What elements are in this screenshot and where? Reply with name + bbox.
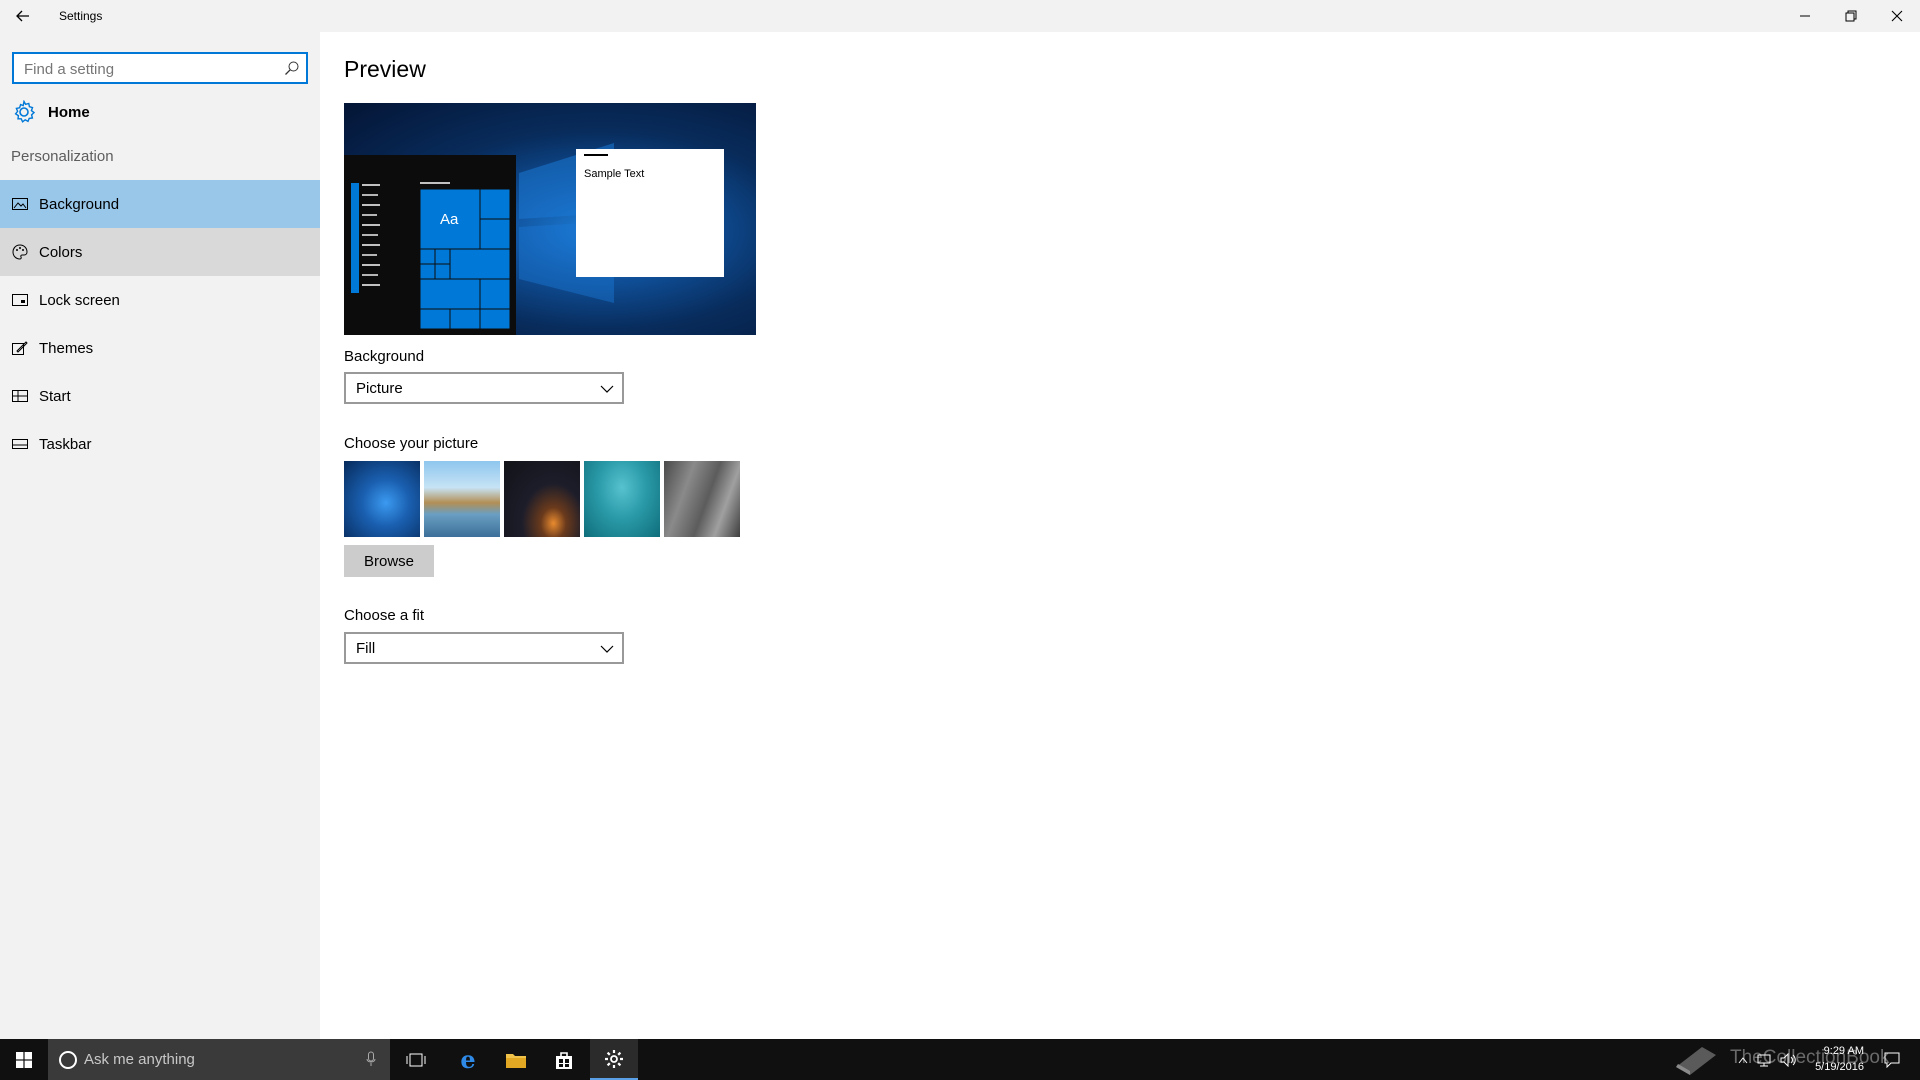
system-clock[interactable]: 9:29 AM 5/19/2016 [1815,1043,1864,1075]
volume-icon[interactable] [1778,1039,1800,1080]
search-input[interactable]: Find a setting [12,52,308,84]
start-tiles-icon [12,388,28,404]
browse-button[interactable]: Browse [344,545,434,577]
sidebar: Find a setting Home Personalization Back… [0,32,320,1039]
chevron-up-icon[interactable] [1736,1039,1750,1080]
thumbnail-underwater[interactable] [584,461,660,537]
sidebar-item-colors[interactable]: Colors [0,228,320,276]
cortana-search-box[interactable]: Ask me anything [48,1039,390,1080]
sidebar-item-label: Lock screen [39,291,120,309]
taskbar-icon [12,436,28,452]
preview-tile-label: Aa [440,211,459,228]
window-title: Settings [59,9,103,23]
sidebar-item-label: Background [39,195,120,213]
sidebar-item-label: Themes [39,339,94,357]
clock-date: 5/19/2016 [1815,1061,1864,1073]
section-title: Personalization [11,148,114,165]
search-placeholder: Find a setting [24,61,115,78]
sidebar-item-label: Start [39,387,71,405]
edge-icon[interactable]: e [446,1039,490,1080]
book-watermark-icon [1676,1047,1716,1075]
picture-icon [12,196,28,212]
preview-tiles [419,188,511,330]
content-pane: Preview Aa Sample Text Background Pictur… [320,32,1920,1039]
sidebar-item-start[interactable]: Start [0,372,320,420]
windows-logo-icon [16,1051,32,1068]
lock-screen-icon [12,292,28,308]
file-explorer-icon[interactable] [494,1039,538,1080]
page-title: Preview [344,56,426,82]
sidebar-item-lock-screen[interactable]: Lock screen [0,276,320,324]
minimize-button[interactable] [1782,0,1828,32]
search-icon[interactable] [284,60,300,76]
chevron-down-icon [600,642,614,654]
cortana-placeholder: Ask me anything [84,1051,195,1068]
network-icon[interactable] [1754,1039,1774,1080]
microphone-icon[interactable] [366,1051,376,1067]
task-view-icon[interactable] [396,1039,436,1080]
fit-dropdown[interactable]: Fill [344,632,624,664]
close-button[interactable] [1874,0,1920,32]
store-icon[interactable] [542,1039,586,1080]
palette-icon [12,244,28,260]
sidebar-item-label: Colors [39,243,83,261]
title-bar: Settings [0,0,1920,32]
gear-icon [14,100,36,123]
choose-fit-label: Choose a fit [344,607,425,624]
home-label: Home [48,103,90,121]
back-arrow-icon[interactable] [12,6,34,26]
background-label: Background [344,348,425,365]
desktop-preview: Aa Sample Text [344,103,756,335]
sidebar-item-taskbar[interactable]: Taskbar [0,420,320,468]
taskbar: Ask me anything e TheCollectionBook 9:29… [0,1039,1920,1080]
background-dropdown[interactable]: Picture [344,372,624,404]
sidebar-item-background[interactable]: Background [0,180,320,228]
preview-window-bar [584,154,608,156]
thumbnail-rock-cliff[interactable] [664,461,740,537]
chevron-down-icon [600,382,614,394]
picture-thumbnails [344,461,744,537]
preview-start-menu: Aa [344,155,516,335]
action-center-icon[interactable] [1880,1039,1904,1080]
thumbnail-windows-hero[interactable] [344,461,420,537]
home-link[interactable]: Home [12,98,90,126]
choose-picture-label: Choose your picture [344,435,479,452]
thumbnail-night-sky[interactable] [504,461,580,537]
cortana-icon [59,1051,77,1069]
fit-dropdown-value: Fill [356,640,376,657]
clock-time: 9:29 AM [1823,1045,1864,1057]
sidebar-item-themes[interactable]: Themes [0,324,320,372]
start-button[interactable] [0,1039,48,1080]
thumbnail-beach-arch[interactable] [424,461,500,537]
background-dropdown-value: Picture [356,380,403,397]
brush-icon [12,340,28,356]
sidebar-item-label: Taskbar [39,435,92,453]
settings-icon [605,1049,623,1068]
settings-taskbar-button[interactable] [590,1039,638,1080]
preview-window: Sample Text [576,149,724,277]
preview-sample-text: Sample Text [584,168,645,180]
restore-button[interactable] [1828,0,1874,32]
